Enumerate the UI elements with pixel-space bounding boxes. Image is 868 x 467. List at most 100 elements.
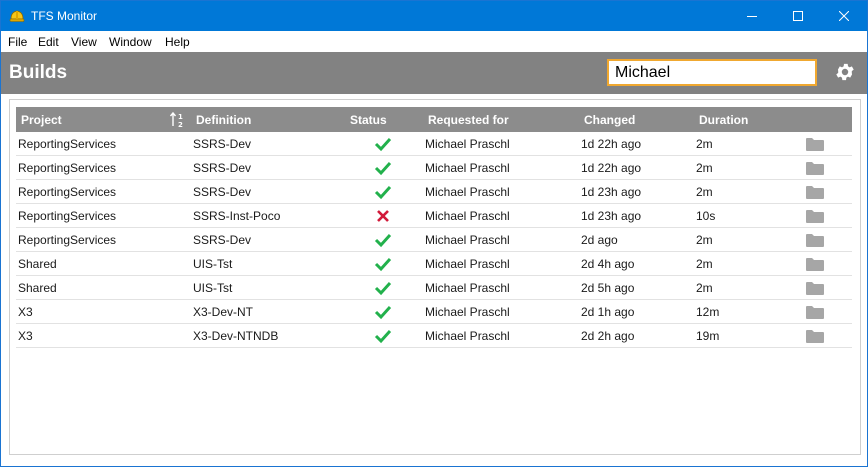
cell-definition: X3-Dev-NT — [193, 305, 254, 319]
table-row[interactable]: ReportingServices SSRS-Dev Michael Praschl… — [16, 132, 852, 156]
menu-window[interactable]: Window — [109, 35, 152, 49]
cell-requested-for: Michael Praschl — [425, 137, 510, 151]
folder-icon[interactable] — [806, 161, 824, 175]
success-check-icon — [374, 185, 392, 200]
folder-icon[interactable] — [806, 257, 824, 271]
cell-requested-for: Michael Praschl — [425, 305, 510, 319]
cell-changed: 1d 22h ago — [581, 137, 642, 151]
cell-changed: 1d 23h ago — [581, 209, 642, 223]
menu-edit[interactable]: Edit — [38, 35, 59, 49]
cell-duration: 2m — [696, 257, 713, 271]
cell-project: X3 — [18, 305, 33, 319]
cell-definition: UIS-Tst — [193, 281, 233, 295]
success-check-icon — [374, 257, 392, 272]
cell-project: Shared — [18, 281, 57, 295]
cell-project: ReportingServices — [18, 161, 117, 175]
cell-requested-for: Michael Praschl — [425, 161, 510, 175]
success-check-icon — [374, 281, 392, 296]
table-row[interactable]: X3 X3-Dev-NTNDB Michael Praschl 2d 2h ago 19… — [16, 324, 852, 348]
title-bar[interactable]: TFS Monitor — [1, 1, 867, 31]
success-check-icon — [374, 329, 392, 344]
column-header-project[interactable]: Project — [21, 113, 62, 127]
cell-requested-for: Michael Praschl — [425, 209, 510, 223]
failed-cross-icon — [377, 210, 389, 222]
cell-definition: SSRS-Dev — [193, 233, 252, 247]
search-input[interactable] — [607, 59, 817, 86]
folder-icon[interactable] — [806, 281, 824, 295]
minimize-button[interactable] — [729, 1, 775, 31]
cell-requested-for: Michael Praschl — [425, 329, 510, 343]
column-header-duration[interactable]: Duration — [699, 113, 748, 127]
cell-changed: 1d 23h ago — [581, 185, 642, 199]
table-row[interactable]: ReportingServices SSRS-Dev Michael Praschl… — [16, 228, 852, 252]
success-check-icon — [374, 305, 392, 320]
folder-icon[interactable] — [806, 305, 824, 319]
column-header-status[interactable]: Status — [350, 113, 387, 127]
cell-changed: 2d ago — [581, 233, 618, 247]
minimize-icon — [747, 16, 757, 17]
table-row[interactable]: ReportingServices SSRS-Dev Michael Praschl… — [16, 180, 852, 204]
menu-bar: File Edit View Window Help — [1, 31, 867, 52]
page-title: Builds — [9, 62, 68, 83]
close-icon — [839, 11, 849, 21]
table-row[interactable]: Shared UIS-Tst Michael Praschl 2d 4h ago 2m — [16, 252, 852, 276]
folder-icon[interactable] — [806, 137, 824, 151]
column-header-requested-for[interactable]: Requested for — [428, 113, 509, 127]
folder-icon[interactable] — [806, 329, 824, 343]
cell-changed: 1d 22h ago — [581, 161, 642, 175]
maximize-icon — [793, 11, 803, 21]
cell-duration: 2m — [696, 233, 713, 247]
cell-definition: SSRS-Dev — [193, 185, 252, 199]
cell-project: ReportingServices — [18, 137, 117, 151]
cell-requested-for: Michael Praschl — [425, 233, 510, 247]
close-button[interactable] — [821, 1, 867, 31]
success-check-icon — [374, 137, 392, 152]
cell-duration: 10s — [696, 209, 716, 223]
cell-changed: 2d 2h ago — [581, 329, 635, 343]
cell-definition: SSRS-Dev — [193, 137, 252, 151]
cell-definition: UIS-Tst — [193, 257, 233, 271]
table-row[interactable]: ReportingServices SSRS-Inst-Poco Michael P… — [16, 204, 852, 228]
cell-project: Shared — [18, 257, 57, 271]
cell-requested-for: Michael Praschl — [425, 281, 510, 295]
cell-duration: 2m — [696, 137, 713, 151]
cell-definition: SSRS-Dev — [193, 161, 252, 175]
column-header-definition[interactable]: Definition — [196, 113, 251, 127]
menu-help[interactable]: Help — [165, 35, 190, 49]
menu-view[interactable]: View — [71, 35, 97, 49]
cell-definition: SSRS-Inst-Poco — [193, 209, 281, 223]
cell-changed: 2d 4h ago — [581, 257, 635, 271]
menu-file[interactable]: File — [8, 35, 27, 49]
cell-project: ReportingServices — [18, 185, 117, 199]
column-header-changed[interactable]: Changed — [584, 113, 635, 127]
success-check-icon — [374, 161, 392, 176]
cell-changed: 2d 5h ago — [581, 281, 635, 295]
gear-icon[interactable] — [834, 61, 856, 83]
grid-header: Project 1 2 Definition Status Requested … — [16, 107, 852, 132]
cell-duration: 19m — [696, 329, 720, 343]
maximize-button[interactable] — [775, 1, 821, 31]
cell-project: ReportingServices — [18, 233, 117, 247]
cell-requested-for: Michael Praschl — [425, 257, 510, 271]
folder-icon[interactable] — [806, 209, 824, 223]
window-title: TFS Monitor — [31, 9, 98, 23]
table-row[interactable]: ReportingServices SSRS-Dev Michael Praschl… — [16, 156, 852, 180]
cell-definition: X3-Dev-NTNDB — [193, 329, 279, 343]
svg-text:1: 1 — [178, 113, 183, 121]
page-header: Builds — [1, 52, 867, 94]
cell-project: X3 — [18, 329, 33, 343]
sort-ascending-icon[interactable]: 1 2 — [169, 111, 187, 129]
cell-duration: 2m — [696, 281, 713, 295]
success-check-icon — [374, 233, 392, 248]
cell-project: ReportingServices — [18, 209, 117, 223]
cell-requested-for: Michael Praschl — [425, 185, 510, 199]
cell-changed: 2d 1h ago — [581, 305, 635, 319]
folder-icon[interactable] — [806, 185, 824, 199]
folder-icon[interactable] — [806, 233, 824, 247]
cell-duration: 2m — [696, 185, 713, 199]
cell-duration: 2m — [696, 161, 713, 175]
svg-text:2: 2 — [178, 121, 183, 129]
cell-duration: 12m — [696, 305, 720, 319]
table-row[interactable]: Shared UIS-Tst Michael Praschl 2d 5h ago 2m — [16, 276, 852, 300]
table-row[interactable]: X3 X3-Dev-NT Michael Praschl 2d 1h ago 12m — [16, 300, 852, 324]
